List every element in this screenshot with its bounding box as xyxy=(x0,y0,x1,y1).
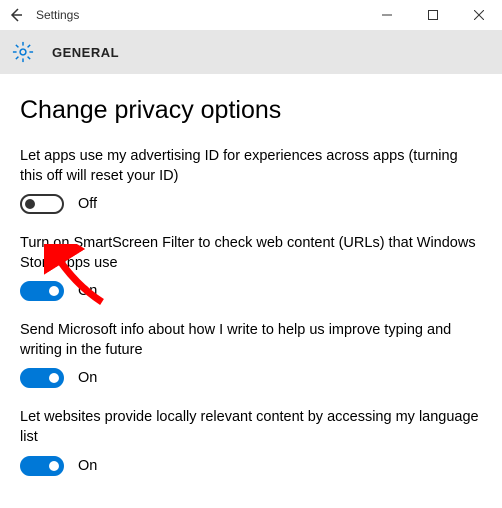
minimize-button[interactable] xyxy=(364,0,410,30)
toggle-row: On xyxy=(20,368,482,388)
toggle-state-label: Off xyxy=(78,196,97,212)
advertising-id-toggle[interactable] xyxy=(20,194,64,214)
setting-advertising-id: Let apps use my advertising ID for exper… xyxy=(20,147,482,214)
setting-smartscreen-filter: Turn on SmartScreen Filter to check web … xyxy=(20,234,482,301)
toggle-row: On xyxy=(20,456,482,476)
minimize-icon xyxy=(382,10,392,20)
setting-description: Turn on SmartScreen Filter to check web … xyxy=(20,234,482,273)
page-title: Change privacy options xyxy=(20,96,482,125)
typing-info-toggle[interactable] xyxy=(20,368,64,388)
close-icon xyxy=(474,10,484,20)
category-header: GENERAL xyxy=(0,30,502,74)
close-button[interactable] xyxy=(456,0,502,30)
language-list-toggle[interactable] xyxy=(20,456,64,476)
category-label: GENERAL xyxy=(52,45,119,60)
maximize-button[interactable] xyxy=(410,0,456,30)
back-button[interactable] xyxy=(0,0,32,30)
toggle-state-label: On xyxy=(78,283,97,299)
app-title: Settings xyxy=(36,8,79,22)
window-controls xyxy=(364,0,502,30)
titlebar: Settings xyxy=(0,0,502,30)
toggle-row: On xyxy=(20,281,482,301)
maximize-icon xyxy=(428,10,438,20)
setting-send-typing-info: Send Microsoft info about how I write to… xyxy=(20,321,482,388)
setting-language-list: Let websites provide locally relevant co… xyxy=(20,408,482,475)
toggle-state-label: On xyxy=(78,370,97,386)
toggle-row: Off xyxy=(20,194,482,214)
toggle-state-label: On xyxy=(78,458,97,474)
setting-description: Send Microsoft info about how I write to… xyxy=(20,321,482,360)
gear-icon xyxy=(12,41,34,63)
smartscreen-toggle[interactable] xyxy=(20,281,64,301)
setting-description: Let websites provide locally relevant co… xyxy=(20,408,482,447)
content-pane: Change privacy options Let apps use my a… xyxy=(0,74,502,476)
setting-description: Let apps use my advertising ID for exper… xyxy=(20,147,482,186)
arrow-left-icon xyxy=(8,7,24,23)
